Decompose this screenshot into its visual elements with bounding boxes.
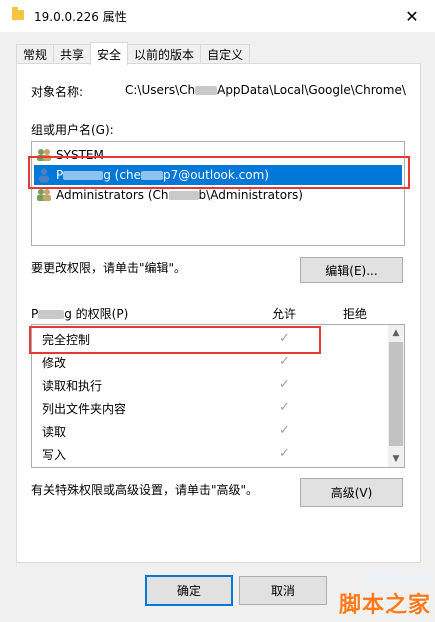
tab-general[interactable]: 常规 [16,44,55,64]
window-title: 19.0.0.226 属性 [34,10,127,24]
perm-row-list-folder: 列出文件夹内容 [42,397,126,420]
tab-sharing[interactable]: 共享 [53,44,92,64]
redacted-blur [38,310,65,319]
object-path-end: AppData\Local\Google\Chrome\ [217,83,406,97]
perm-name: 列出文件夹内容 [42,402,127,416]
users-icon [36,187,52,203]
perm-row-write: 写入 [42,443,66,466]
permissions-label: Pg 的权限(P) [31,305,128,322]
groups-label: 组或用户名(G): [31,123,114,137]
tab-previous-versions[interactable]: 以前的版本 [127,44,202,64]
highlight-box [28,156,410,189]
object-name-label: 对象名称: [31,85,84,99]
watermark-url: jb51.net [365,571,431,587]
cancel-button[interactable]: 取消 [239,576,327,605]
scroll-down-icon[interactable]: ▼ [388,451,404,467]
change-hint: 要更改权限，请单击"编辑"。 [31,261,187,275]
watermark: jb51.net 脚本之家 [339,571,431,619]
check-icon: ✓ [279,377,290,392]
user-name-start: Administrators (Ch [56,188,169,202]
permissions-scrollbar[interactable]: ▲ ▼ [388,325,404,467]
advanced-hint: 有关特殊权限或高级设置，请单击"高级"。 [31,483,259,497]
edit-button[interactable]: 编辑(E)... [300,257,403,283]
perm-name: 读取和执行 [42,379,103,393]
object-path-start: C:\Users\Ch [125,83,196,97]
allow-header: 允许 [272,307,297,321]
perm-row-read: 读取 [42,420,66,443]
object-path: C:\Users\Ch AppData\Local\Google\Chrome\ [125,83,406,97]
perm-name: 写入 [42,448,67,462]
redacted-blur [195,86,218,95]
close-button[interactable]: ✕ [389,0,435,32]
security-panel: 对象名称: C:\Users\Ch AppData\Local\Google\Ch… [16,63,421,563]
watermark-brand: 脚本之家 [338,593,431,618]
redacted-blur [168,190,199,200]
permissions-label-start: P [31,307,39,321]
perm-row-modify: 修改 [42,351,66,374]
highlight-box [29,326,321,354]
deny-header: 拒绝 [343,307,368,321]
check-icon: ✓ [279,423,290,438]
ok-button[interactable]: 确定 [145,575,233,606]
permissions-label-end: g 的权限(P) [64,307,129,321]
check-icon: ✓ [279,446,290,461]
tab-security[interactable]: 安全 [90,42,129,65]
check-icon: ✓ [279,354,290,369]
perm-name: 修改 [42,356,67,370]
tab-strip: 常规 共享 安全 以前的版本 自定义 [16,42,251,65]
advanced-button[interactable]: 高级(V) [300,478,403,507]
properties-window: 19.0.0.226 属性 ✕ 常规 共享 安全 以前的版本 自定义 对象名称:… [0,0,435,622]
tab-customize[interactable]: 自定义 [200,44,251,64]
user-name-end: b\Administrators) [198,188,303,202]
check-icon: ✓ [279,400,290,415]
perm-row-read-execute: 读取和执行 [42,374,102,397]
scroll-thumb[interactable] [389,342,403,446]
title-bar[interactable]: 19.0.0.226 属性 ✕ [0,0,435,32]
scroll-up-icon[interactable]: ▲ [388,325,404,341]
perm-name: 读取 [42,425,67,439]
folder-icon [12,7,24,20]
